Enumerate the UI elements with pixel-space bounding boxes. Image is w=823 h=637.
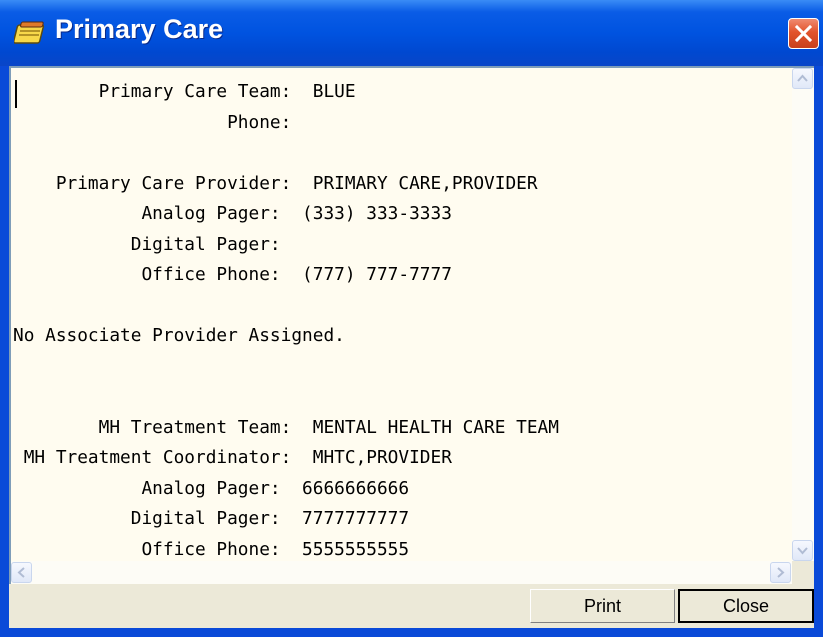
horizontal-scrollbar[interactable] xyxy=(11,561,792,584)
close-window-button[interactable] xyxy=(788,18,819,49)
close-button[interactable]: Close xyxy=(678,589,814,623)
primary-care-window: Primary Care Primary Care Team: BLUE Pho… xyxy=(0,0,823,637)
scroll-up-button[interactable] xyxy=(792,68,813,89)
report-text-area[interactable]: Primary Care Team: BLUE Phone: Primary C… xyxy=(11,68,791,558)
window-border xyxy=(0,66,9,637)
title-bar[interactable]: Primary Care xyxy=(0,0,823,66)
scroll-right-button[interactable] xyxy=(770,562,791,583)
arrow-left-icon xyxy=(17,567,25,578)
report-memo[interactable]: Primary Care Team: BLUE Phone: Primary C… xyxy=(9,66,814,584)
arrow-right-icon xyxy=(777,567,785,578)
arrow-up-icon xyxy=(797,74,808,82)
dialog-body: Primary Care Team: BLUE Phone: Primary C… xyxy=(9,66,814,628)
print-button[interactable]: Print xyxy=(530,589,675,623)
scroll-down-button[interactable] xyxy=(792,540,813,561)
button-bar: Print Close xyxy=(9,584,814,628)
scroll-left-button[interactable] xyxy=(11,562,32,583)
vertical-scrollbar[interactable] xyxy=(792,68,814,561)
scrollbar-corner xyxy=(792,561,814,584)
window-title: Primary Care xyxy=(55,14,224,44)
close-icon xyxy=(794,24,813,43)
notepad-icon xyxy=(14,21,45,44)
arrow-down-icon xyxy=(797,547,808,555)
report-text: Primary Care Team: BLUE Phone: Primary C… xyxy=(13,81,559,558)
